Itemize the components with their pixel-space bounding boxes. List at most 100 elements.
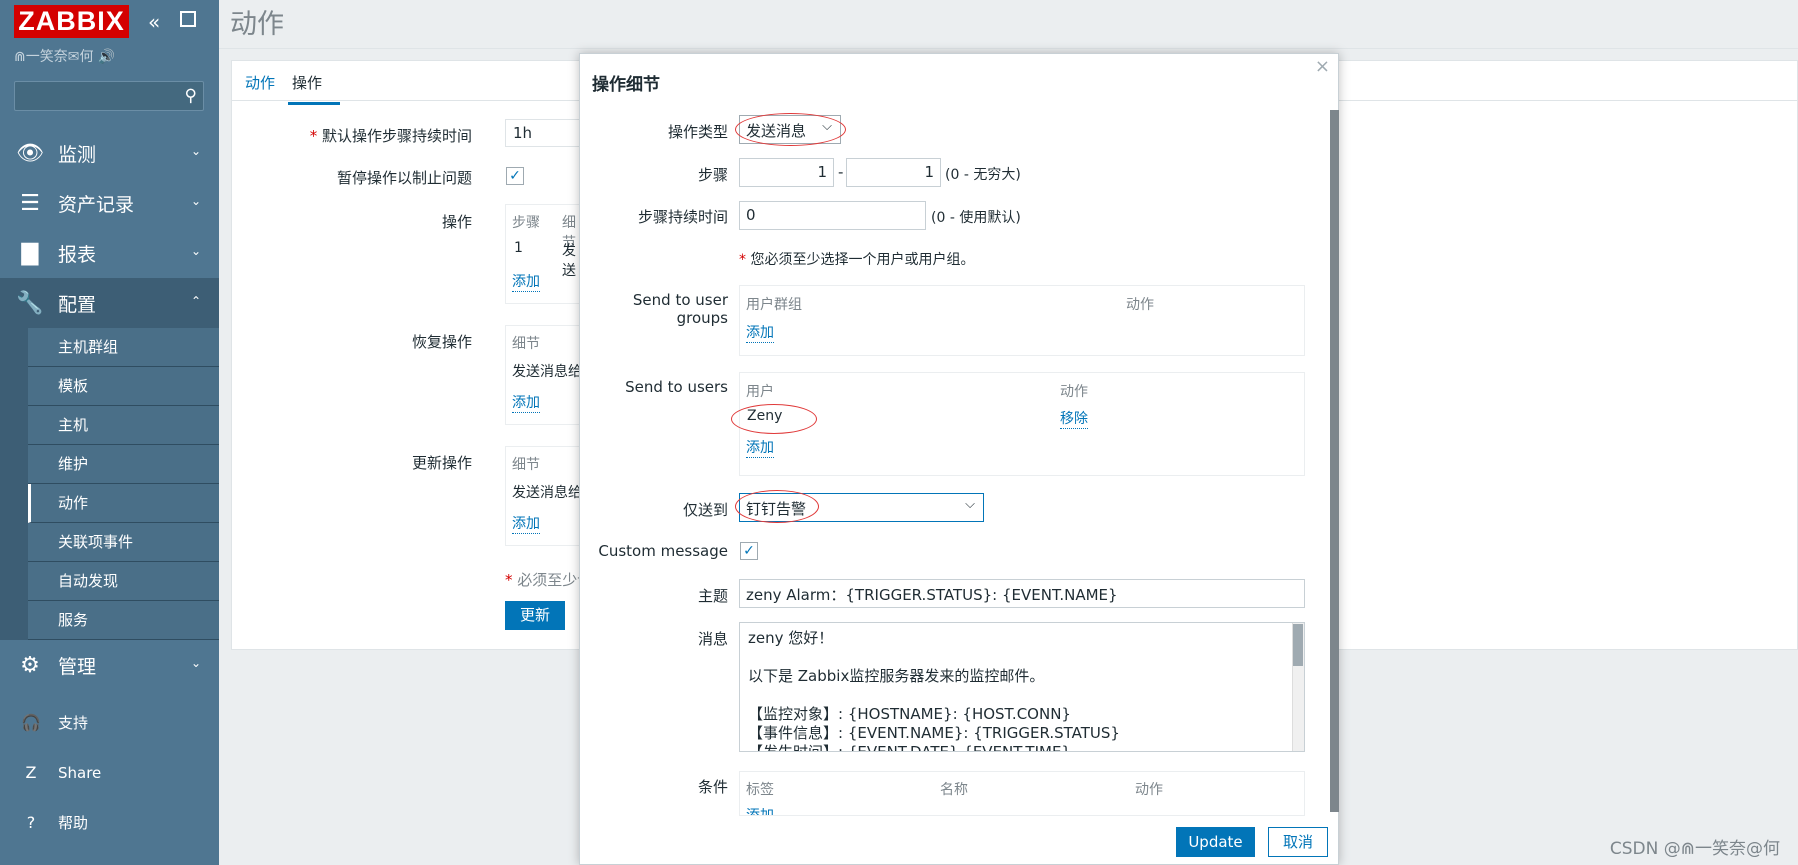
sidebar-search-input[interactable]: ⚲ <box>14 81 204 111</box>
col-tag: 标签 <box>746 782 774 798</box>
conditions-table: 标签 名称 动作 添加 <box>739 771 1305 816</box>
update-ops-table: 细节 发送消息给 添加 <box>505 446 585 546</box>
menu-reports[interactable]: ▇ 报表 ⌄ <box>0 228 219 278</box>
col-action: 动作 <box>1126 297 1154 313</box>
add-condition-link[interactable]: 添加 <box>746 805 774 815</box>
add-user-link[interactable]: 添加 <box>746 437 774 458</box>
menu-label: 报表 <box>58 243 97 266</box>
sidebar: ZABBIX « ⋒一笑奈✉何 🔊 ⚲ 👁 监测 ⌄ ☰ 资产记录 ⌄ ▇ 报表… <box>0 0 219 865</box>
message-line <box>748 686 1296 705</box>
add-recovery-link[interactable]: 添加 <box>512 392 540 413</box>
step-duration-input[interactable]: 0 <box>739 201 926 230</box>
collapse-sidebar-icon[interactable]: « <box>148 10 160 34</box>
submenu-maintenance[interactable]: 维护 <box>28 445 219 484</box>
step-to-input[interactable]: 1 <box>846 158 941 187</box>
dialog-cancel-button[interactable]: 取消 <box>1268 827 1328 857</box>
add-update-op-link[interactable]: 添加 <box>512 513 540 534</box>
recovery-label: 恢复操作 <box>411 333 472 351</box>
op-type-select[interactable]: 发送消息 ⌵ <box>739 115 841 144</box>
col-detail: 细节 <box>512 457 540 473</box>
table-cell: 1 <box>514 240 523 256</box>
user-groups-label: Send to user groups <box>632 291 728 327</box>
bar-chart-icon: ▇ <box>21 241 39 266</box>
message-line: 以下是 Zabbix监控服务器发来的监控邮件。 <box>748 667 1045 685</box>
col-action: 动作 <box>1060 384 1088 400</box>
step-duration-label: 步骤持续时间 <box>637 208 728 226</box>
duration-label: * 默认操作步骤持续时间 <box>309 127 472 145</box>
table-cell: 发送消息给 <box>512 485 582 501</box>
submenu-host-groups[interactable]: 主机群组 <box>28 328 219 367</box>
default-duration-input[interactable]: 1h <box>505 119 585 147</box>
zabbix-logo[interactable]: ZABBIX <box>14 5 129 38</box>
message-line: 【事件信息】: {EVENT.NAME}: {TRIGGER.STATUS} <box>748 724 1120 742</box>
headset-icon: 🎧 <box>21 713 41 732</box>
table-cell: 发送消息给 <box>512 364 582 380</box>
chevron-down-icon: ⌵ <box>965 497 975 512</box>
menu-label: Share <box>58 764 102 782</box>
submenu-services[interactable]: 服务 <box>28 601 219 640</box>
operations-label: 操作 <box>441 213 472 231</box>
add-operation-link[interactable]: 添加 <box>512 271 540 292</box>
chevron-down-icon: ⌄ <box>190 656 201 670</box>
add-user-group-link[interactable]: 添加 <box>746 322 774 343</box>
search-icon[interactable]: ⚲ <box>185 86 197 106</box>
submenu-discovery[interactable]: 自动发现 <box>28 562 219 601</box>
custom-message-label: Custom message <box>598 542 728 560</box>
menu-label: 监测 <box>58 143 97 166</box>
share-icon: Z <box>25 763 37 782</box>
pause-checkbox[interactable]: ✓ <box>506 167 524 185</box>
chevron-down-icon: ⌄ <box>190 194 201 208</box>
user-groups-table: 用户群组 动作 添加 <box>739 285 1305 356</box>
textarea-scrollbar-thumb[interactable] <box>1293 624 1303 666</box>
update-button[interactable]: 更新 <box>505 601 565 630</box>
required-notice: * 您必须至少选择一个用户或用户组。 <box>739 252 975 268</box>
recovery-table: 细节 发送消息给 添加 <box>505 325 585 425</box>
message-line: 【发生时间】: {EVENT.DATE} {EVENT.TIME} <box>748 743 1071 752</box>
operations-table: 步骤 细节 1 发送 添加 <box>505 204 585 304</box>
menu-administration[interactable]: ⚙ 管理 ⌄ <box>0 640 219 690</box>
close-icon[interactable]: × <box>1315 56 1330 77</box>
users-table: 用户 动作 Zeny 移除 添加 <box>739 372 1305 476</box>
menu-monitoring[interactable]: 👁 监测 ⌄ <box>0 128 219 178</box>
remove-user-link[interactable]: 移除 <box>1060 408 1088 429</box>
message-line: 【监控对象】: {HOSTNAME}: {HOST.CONN} <box>748 705 1071 723</box>
menu-inventory[interactable]: ☰ 资产记录 ⌄ <box>0 178 219 228</box>
message-line: zeny 您好！ <box>748 629 834 647</box>
list-icon: ☰ <box>20 191 40 216</box>
submenu-hosts[interactable]: 主机 <box>28 406 219 445</box>
menu-support[interactable]: 🎧 支持 <box>0 703 219 743</box>
subject-input[interactable]: zeny Alarm：{TRIGGER.STATUS}: {EVENT.NAME… <box>739 579 1305 608</box>
dialog-scrollbar-thumb[interactable] <box>1330 110 1339 812</box>
chevron-down-icon: ⌵ <box>822 119 832 134</box>
menu-help[interactable]: ? 帮助 <box>0 803 219 843</box>
users-label: Send to users <box>625 378 728 396</box>
user-name: Zeny <box>747 408 783 424</box>
col-user-group: 用户群组 <box>746 297 802 313</box>
col-user: 用户 <box>746 384 774 400</box>
user-info: ⋒一笑奈✉何 🔊 <box>14 49 116 65</box>
menu-label: 帮助 <box>58 814 89 832</box>
dialog-update-button[interactable]: Update <box>1176 827 1255 857</box>
custom-message-checkbox[interactable]: ✓ <box>740 542 758 560</box>
op-type-label: 操作类型 <box>667 123 728 141</box>
steps-label: 步骤 <box>697 166 728 184</box>
tab-action[interactable]: 动作 <box>245 72 275 93</box>
menu-share[interactable]: Z Share <box>0 753 219 793</box>
tab-operations[interactable]: 操作 <box>288 72 341 105</box>
submenu-event-correlation[interactable]: 关联项事件 <box>28 523 219 562</box>
eye-icon: 👁 <box>16 141 44 166</box>
message-textarea[interactable]: zeny 您好！ 以下是 Zabbix监控服务器发来的监控邮件。 【监控对象】:… <box>739 622 1305 752</box>
kiosk-mode-icon[interactable] <box>180 11 196 27</box>
step-separator: - <box>838 163 844 181</box>
textarea-scrollbar[interactable] <box>1292 623 1304 751</box>
pause-label: 暂停操作以制止问题 <box>336 169 472 187</box>
submenu-templates[interactable]: 模板 <box>28 367 219 406</box>
send-only-value: 钉钉告警 <box>746 500 807 518</box>
gear-icon: ⚙ <box>20 653 40 678</box>
send-only-select[interactable]: 钉钉告警 ⌵ <box>739 493 984 522</box>
submenu-actions[interactable]: 动作 <box>28 484 219 523</box>
step-from-input[interactable]: 1 <box>739 158 834 187</box>
menu-configuration[interactable]: 🔧 配置 ⌃ <box>0 278 219 328</box>
col-name: 名称 <box>940 782 968 798</box>
configuration-submenu: 主机群组 模板 主机 维护 动作 关联项事件 自动发现 服务 <box>0 328 219 640</box>
